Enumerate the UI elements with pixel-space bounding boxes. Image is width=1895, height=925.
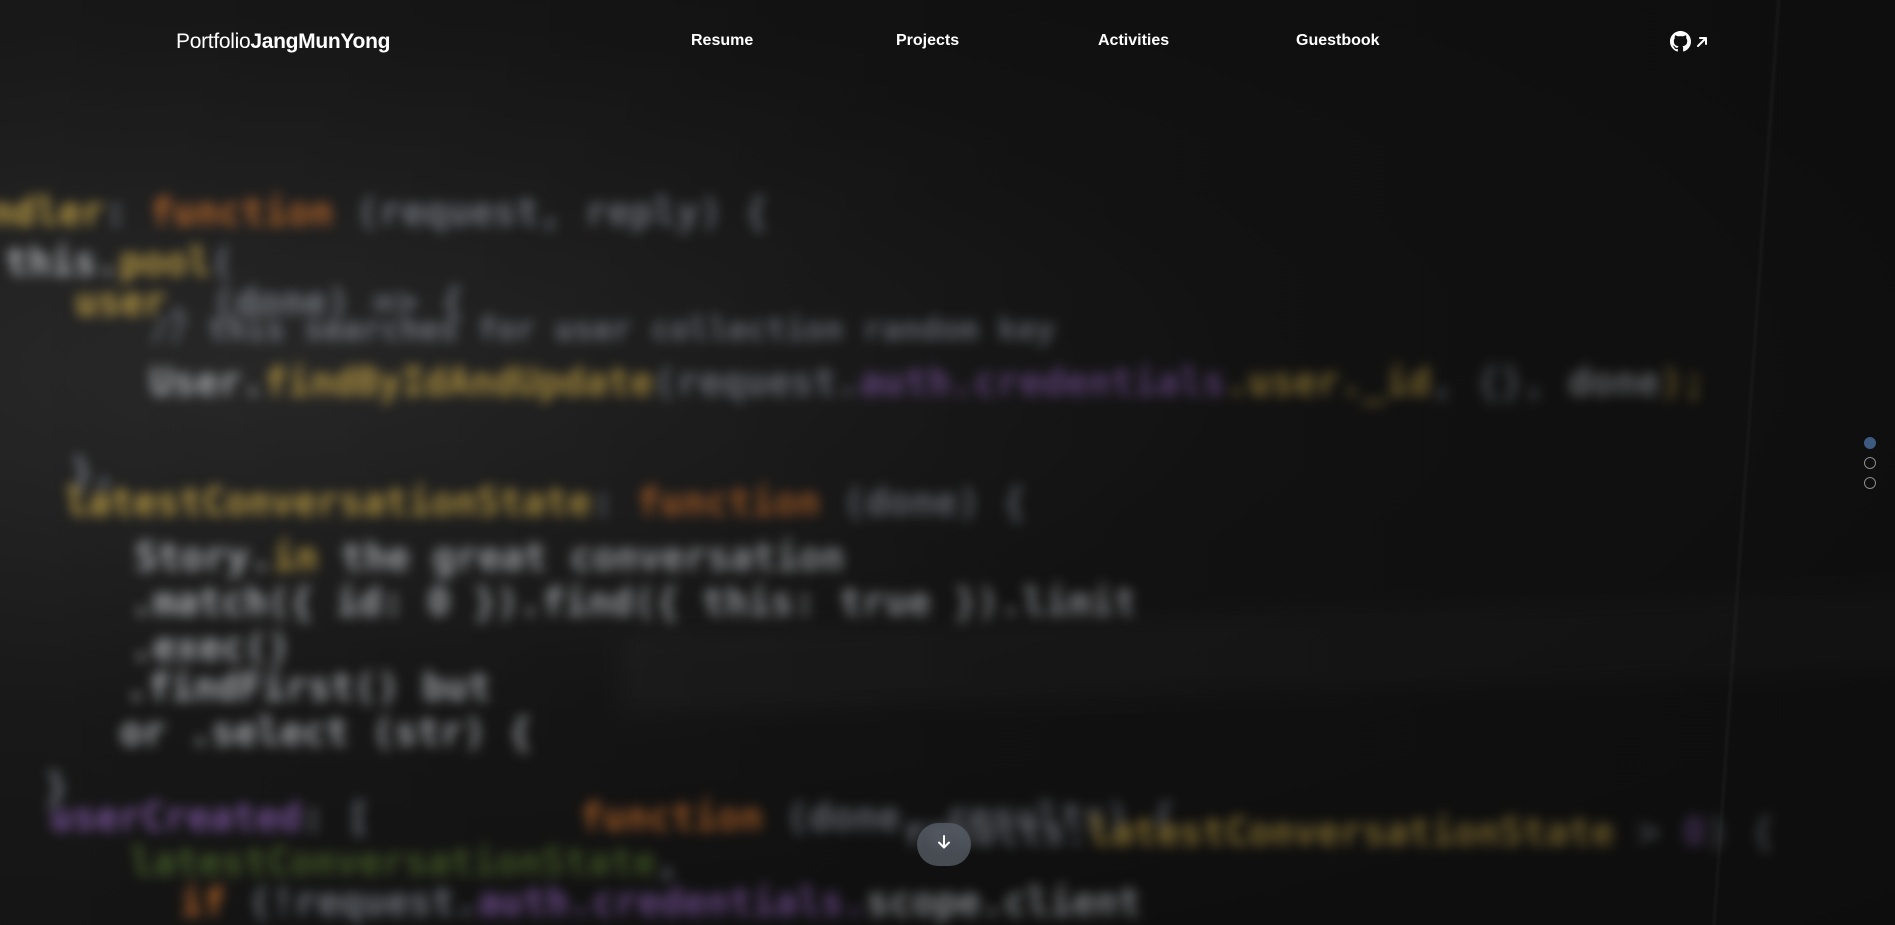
nav-link-projects[interactable]: Projects — [896, 32, 959, 50]
section-dot-1[interactable] — [1864, 437, 1876, 449]
site-logo[interactable]: PortfolioJangMunYong — [176, 30, 390, 54]
nav-link-guestbook[interactable]: Guestbook — [1296, 32, 1380, 50]
section-dot-3[interactable] — [1864, 477, 1876, 489]
section-indicator — [1864, 437, 1876, 489]
arrow-down-icon — [937, 834, 951, 855]
top-navigation: PortfolioJangMunYong Resume Projects Act… — [0, 0, 1895, 84]
nav-link-resume[interactable]: Resume — [691, 32, 753, 50]
background-shade — [0, 0, 1895, 925]
arrow-up-right-icon — [1695, 35, 1709, 49]
github-link[interactable] — [1670, 31, 1709, 52]
github-icon — [1670, 31, 1691, 52]
logo-portfolio-text: Portfolio — [176, 30, 251, 53]
nav-link-activities[interactable]: Activities — [1098, 32, 1169, 50]
scroll-down-button[interactable] — [917, 823, 971, 866]
section-dot-2[interactable] — [1864, 457, 1876, 469]
logo-name-text: JangMunYong — [250, 30, 391, 53]
hero-background: ndler: function (request, reply) { this.… — [0, 0, 1895, 925]
